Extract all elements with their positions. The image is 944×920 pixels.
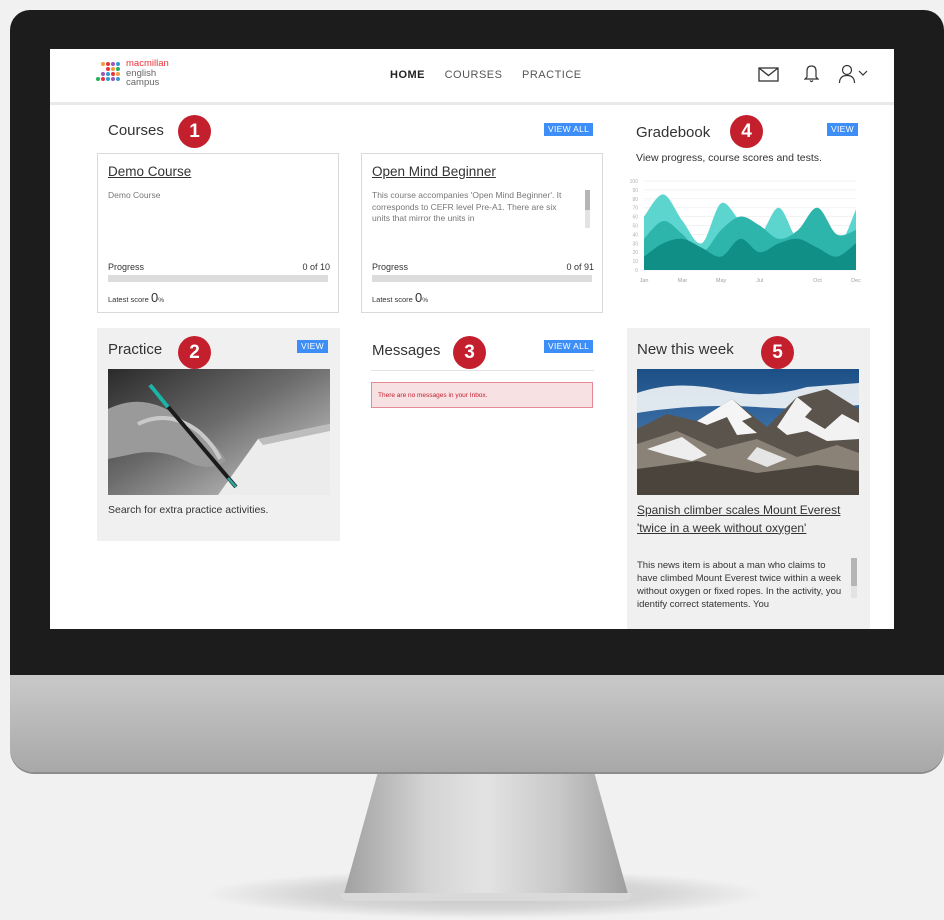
logo-text: macmillan english campus	[126, 59, 169, 88]
header: macmillan english campus HOME COURSES PR…	[50, 49, 894, 105]
y-tick-label: 10	[632, 259, 638, 265]
practice-image[interactable]	[108, 369, 330, 495]
x-tick-label: May	[716, 278, 727, 284]
gradebook-subtitle: View progress, course scores and tests.	[636, 152, 822, 164]
x-tick-label: Jan	[640, 278, 649, 284]
progress-label: Progress	[372, 262, 409, 272]
mail-icon[interactable]	[758, 67, 779, 82]
y-tick-label: 30	[632, 241, 638, 247]
latest-score: Latest score 0%	[108, 290, 164, 305]
progress-value: 0 of 91	[566, 262, 594, 272]
x-tick-label: Jul	[756, 278, 763, 284]
monitor-chin	[10, 675, 944, 772]
progress-bar	[372, 275, 592, 282]
news-scrollbar[interactable]	[851, 558, 857, 598]
logo[interactable]: macmillan english campus	[96, 58, 216, 92]
monitor-stand-base	[340, 893, 632, 901]
monitor-stand	[342, 772, 630, 898]
latest-score-unit: %	[158, 297, 164, 304]
scrollbar-thumb[interactable]	[585, 190, 590, 210]
y-tick-label: 50	[632, 224, 638, 230]
x-tick-label: Mar	[678, 278, 688, 284]
latest-score-label: Latest score	[372, 295, 413, 304]
x-tick-label: Dec	[851, 278, 861, 284]
nav-home[interactable]: HOME	[390, 69, 425, 81]
practice-title: Practice	[108, 341, 163, 358]
chevron-down-icon[interactable]	[858, 70, 868, 77]
latest-score-label: Latest score	[108, 295, 149, 304]
course-description: Demo Course	[108, 190, 161, 200]
y-tick-label: 20	[632, 250, 638, 256]
messages-divider	[371, 370, 594, 371]
course-title[interactable]: Open Mind Beginner	[372, 164, 496, 179]
latest-score-unit: %	[422, 297, 428, 304]
gradebook-title: Gradebook	[636, 124, 711, 141]
news-title: New this week	[637, 341, 734, 358]
bell-icon[interactable]	[804, 64, 819, 83]
scrollbar-thumb[interactable]	[851, 558, 857, 586]
y-tick-label: 80	[632, 197, 638, 203]
messages-title: Messages	[372, 342, 441, 359]
no-messages-alert: There are no messages in your Inbox.	[371, 382, 593, 408]
progress-label: Progress	[108, 262, 145, 272]
messages-badge: 3	[453, 336, 486, 369]
news-badge: 5	[761, 336, 794, 369]
description-scrollbar[interactable]	[585, 190, 590, 228]
course-description: This course accompanies 'Open Mind Begin…	[372, 190, 562, 223]
courses-title: Courses	[108, 122, 164, 139]
messages-view-all-button[interactable]: VIEW ALL	[544, 340, 594, 353]
news-headline[interactable]: Spanish climber scales Mount Everest 'tw…	[637, 502, 859, 537]
news-image[interactable]	[637, 369, 859, 495]
course-title[interactable]: Demo Course	[108, 164, 191, 179]
screen: macmillan english campus HOME COURSES PR…	[50, 49, 894, 629]
progress-value: 0 of 10	[302, 262, 330, 272]
practice-view-button[interactable]: VIEW	[297, 340, 328, 353]
latest-score: Latest score 0%	[372, 290, 428, 305]
gradebook-view-button[interactable]: VIEW	[827, 123, 858, 136]
news-description: This news item is about a man who claims…	[637, 560, 842, 610]
y-tick-label: 90	[632, 188, 638, 194]
x-tick-label: Oct	[813, 278, 822, 284]
gradebook-badge: 4	[730, 115, 763, 148]
y-tick-label: 70	[632, 206, 638, 212]
course-card[interactable]: Open Mind Beginner This course accompani…	[361, 153, 603, 313]
nav-courses[interactable]: COURSES	[445, 69, 503, 81]
nav-practice[interactable]: PRACTICE	[522, 69, 582, 81]
courses-badge: 1	[178, 115, 211, 148]
y-tick-label: 40	[632, 232, 638, 238]
practice-badge: 2	[178, 336, 211, 369]
y-tick-label: 100	[630, 179, 639, 185]
main-nav: HOME COURSES PRACTICE	[390, 69, 598, 81]
gradebook-chart[interactable]: 0 10 20 30 40 50 60 70 80 90 100 Jan Mar May Jul Oct Dec	[622, 173, 862, 288]
user-icon[interactable]	[838, 64, 856, 84]
y-tick-label: 60	[632, 215, 638, 221]
courses-view-all-button[interactable]: VIEW ALL	[544, 123, 594, 136]
progress-bar	[108, 275, 328, 282]
logo-line-3: campus	[126, 77, 160, 88]
logo-dots-icon	[96, 62, 120, 81]
practice-description: Search for extra practice activities.	[108, 504, 269, 516]
course-card[interactable]: Demo Course Demo Course Progress 0 of 10…	[97, 153, 339, 313]
y-tick-label: 0	[635, 268, 638, 274]
